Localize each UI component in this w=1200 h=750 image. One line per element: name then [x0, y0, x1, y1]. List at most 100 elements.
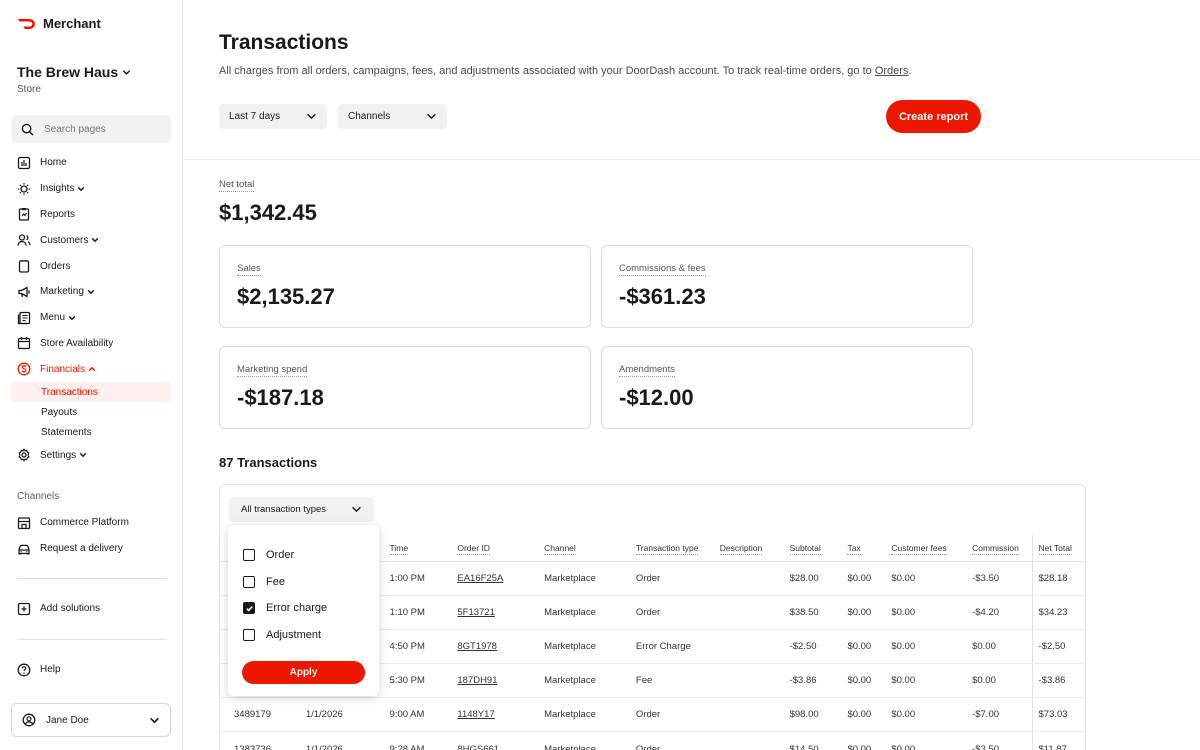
create-report-button[interactable]: Create report: [886, 100, 981, 133]
table-cell-order[interactable]: 1148Y17: [457, 697, 545, 733]
checkbox-error-charge[interactable]: [243, 602, 255, 614]
sidebar-item-label: Customers: [40, 234, 89, 246]
column-header-commission[interactable]: Commission: [972, 535, 1032, 562]
sidebar-nav: Home Insights Reports Customers Orders M…: [11, 150, 171, 468]
table-cell-fees: $0.00: [891, 697, 973, 733]
sidebar-item-add-solutions[interactable]: Add solutions: [11, 596, 171, 622]
transaction-type-filter[interactable]: All transaction types: [229, 497, 374, 522]
apply-button[interactable]: Apply: [242, 661, 365, 684]
table-cell-channel: Marketplace: [544, 629, 636, 665]
channels-nav: Commerce Platform Request a delivery: [11, 510, 171, 562]
page-description: All charges from all orders, campaigns, …: [219, 65, 912, 77]
sidebar-item-insights[interactable]: Insights: [11, 176, 171, 202]
column-header-time[interactable]: Time: [389, 535, 458, 562]
plus-square-icon: [17, 602, 31, 616]
column-header-order-id[interactable]: Order ID: [457, 535, 545, 562]
table-row[interactable]: 3489179 1/1/2026 9:00 AM 1148Y17 Marketplace…: [220, 697, 1085, 733]
checkbox-order[interactable]: [243, 549, 255, 561]
store-switcher[interactable]: The Brew Haus Store: [17, 64, 131, 95]
table-cell-commission: -$3.50: [972, 561, 1032, 596]
table-cell-subtotal: $38.50: [789, 595, 848, 630]
sidebar-subitem-payouts[interactable]: Payouts: [11, 402, 171, 422]
checkbox-fee[interactable]: [243, 576, 255, 588]
sidebar-item-label: Request a delivery: [40, 543, 123, 555]
table-cell-order[interactable]: EA16F25A: [457, 561, 545, 596]
sidebar-item-home[interactable]: Home: [11, 150, 171, 176]
store-name: The Brew Haus: [17, 64, 119, 80]
car-icon: [18, 544, 30, 555]
checkmark-icon: [245, 605, 253, 612]
column-header-subtotal[interactable]: Subtotal: [789, 535, 848, 562]
commissions-card: Commissions & fees -$361.23: [601, 245, 973, 328]
table-cell-fees: $0.00: [891, 561, 973, 596]
table-cell-desc: [719, 561, 790, 596]
sidebar-item-help[interactable]: Help: [11, 657, 171, 683]
storefront-icon: [17, 517, 31, 530]
sidebar-item-label: Help: [40, 664, 61, 676]
table-cell-order[interactable]: 187DH91: [457, 663, 545, 699]
sidebar-subitem-statements[interactable]: Statements: [11, 422, 171, 442]
chevron-down-icon: [68, 315, 76, 320]
table-cell-time: 9:00 AM: [389, 697, 458, 733]
user-name: Jane Doe: [46, 714, 89, 726]
column-header-channel[interactable]: Channel: [544, 535, 636, 562]
date-range-filter[interactable]: Last 7 days: [219, 104, 327, 129]
column-header-tax[interactable]: Tax: [847, 535, 892, 562]
sidebar-divider: [17, 578, 167, 579]
table-cell-commission: -$7.00: [972, 697, 1032, 733]
sidebar-item-customers[interactable]: Customers: [11, 227, 171, 253]
column-header-description[interactable]: Description: [719, 535, 790, 562]
column-header-net-total[interactable]: Net Total: [1031, 535, 1085, 562]
column-header-transaction-type[interactable]: Transaction type: [635, 535, 720, 562]
option-label: Order: [266, 549, 295, 561]
table-cell-type: Error Charge: [635, 629, 720, 665]
channels-filter[interactable]: Channels: [338, 104, 447, 129]
user-menu[interactable]: Jane Doe: [11, 703, 171, 737]
description-text: All charges from all orders, campaigns, …: [219, 65, 875, 77]
receipt-icon: [18, 260, 30, 273]
sidebar-item-label: Insights: [40, 183, 75, 195]
table-cell-fees: $0.00: [891, 595, 973, 630]
search-pages-input[interactable]: Search pages: [11, 115, 171, 143]
table-cell-order[interactable]: 8GT1978: [457, 629, 545, 665]
sidebar-item-commerce-platform[interactable]: Commerce Platform: [11, 510, 171, 536]
table-cell-channel: Marketplace: [544, 561, 636, 596]
table-cell-date: 1/1/2026: [305, 731, 390, 750]
sidebar-item-reports[interactable]: Reports: [11, 202, 171, 228]
sidebar-item-settings[interactable]: Settings: [11, 442, 171, 468]
brand[interactable]: Merchant: [17, 16, 101, 31]
sidebar-item-orders[interactable]: Orders: [11, 253, 171, 279]
table-cell-order[interactable]: 8HGS661: [457, 731, 545, 750]
sidebar-item-menu[interactable]: Menu: [11, 305, 171, 331]
header-divider: [184, 159, 1200, 160]
table-row[interactable]: 1383736 1/1/2026 9:28 AM 8HGS661 Marketplace…: [220, 731, 1085, 750]
gear-icon: [18, 448, 30, 462]
column-header-customer-fees[interactable]: Customer fees: [891, 535, 973, 562]
dollar-circle-icon: [17, 362, 31, 376]
table-cell-time: 4:50 PM: [389, 629, 458, 665]
table-cell-fees: $0.00: [891, 731, 973, 750]
date-range-label: Last 7 days: [229, 111, 281, 122]
doordash-logo-icon: [17, 18, 35, 29]
table-cell-subtotal: $14.50: [789, 731, 848, 750]
table-cell-net: -$2.50: [1031, 629, 1085, 665]
sidebar-subitem-transactions[interactable]: Transactions: [11, 382, 171, 403]
orders-link[interactable]: Orders: [875, 65, 909, 77]
option-fee[interactable]: Fee: [243, 576, 285, 588]
chevron-down-icon: [427, 113, 436, 120]
calendar-icon: [17, 337, 31, 350]
table-cell-order[interactable]: 5F13721: [457, 595, 545, 630]
option-adjustment[interactable]: Adjustment: [243, 629, 321, 641]
sidebar-item-request-delivery[interactable]: Request a delivery: [11, 536, 171, 562]
table-cell-subtotal: $98.00: [789, 697, 848, 733]
option-order[interactable]: Order: [243, 549, 294, 561]
home-icon: [17, 156, 31, 170]
checkbox-adjustment[interactable]: [243, 629, 255, 641]
sidebar-item-financials[interactable]: Financials: [11, 356, 171, 382]
table-cell-channel: Marketplace: [544, 697, 636, 733]
net-total-value: $1,342.45: [219, 200, 317, 225]
option-error-charge[interactable]: Error charge: [243, 602, 327, 614]
sidebar-item-marketing[interactable]: Marketing: [11, 279, 171, 305]
chevron-down-icon: [122, 69, 131, 75]
sidebar-item-store-availability[interactable]: Store Availability: [11, 331, 171, 357]
